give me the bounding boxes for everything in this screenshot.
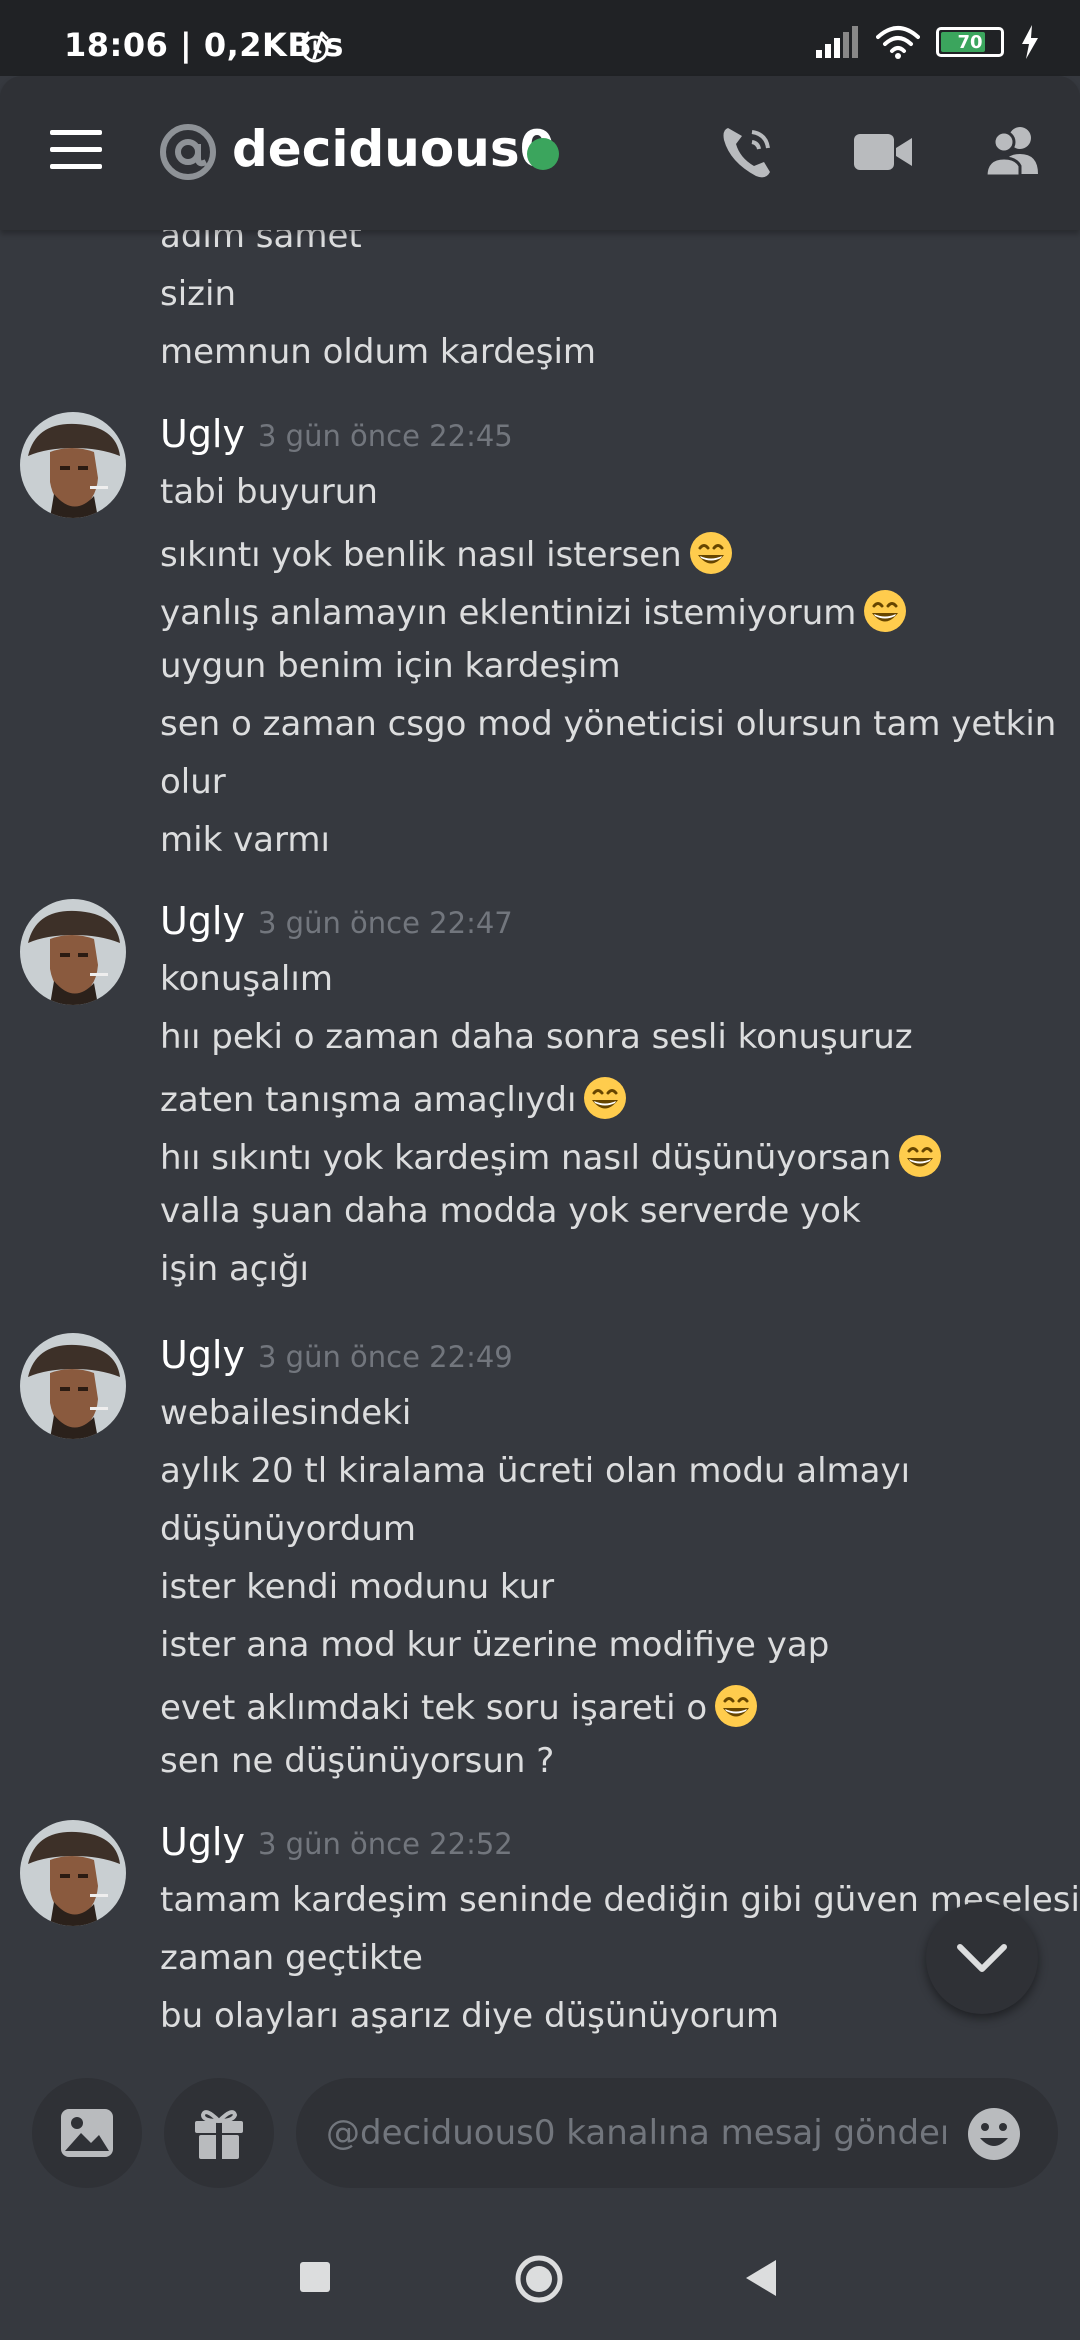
message-line: sizin xyxy=(160,274,237,314)
grinning-emoji-icon xyxy=(582,1075,628,1121)
message-line: düşünüyordum xyxy=(160,1509,416,1549)
message-text: valla şuan daha modda yok serverde yok xyxy=(160,1191,861,1231)
message-line: mik varmı xyxy=(160,820,330,860)
avatar[interactable] xyxy=(20,1820,126,1926)
recent-apps-icon[interactable] xyxy=(298,2260,332,2294)
channel-header: deciduous0 xyxy=(0,76,1080,230)
message-line: ister ana mod kur üzerine modifiye yap xyxy=(160,1625,829,1665)
message-timestamp: 3 gün önce 22:49 xyxy=(258,1340,513,1374)
message-input-container xyxy=(296,2078,1058,2188)
online-status xyxy=(527,138,559,170)
wifi-icon xyxy=(876,26,920,59)
message-text: olur xyxy=(160,762,226,802)
message-text: tamam kardeşim seninde dediğin gibi güve… xyxy=(160,1880,1080,1920)
message-author[interactable]: Ugly xyxy=(160,1820,245,1864)
signal-icon xyxy=(816,26,858,58)
message-line: sen ne düşünüyorsun ? xyxy=(160,1741,554,1781)
message-text: zaman geçtikte xyxy=(160,1938,423,1978)
message-line: sen o zaman csgo mod yöneticisi olursun … xyxy=(160,704,1056,744)
message-line: konuşalım xyxy=(160,959,333,999)
message-text: yanlış anlamayın eklentinizi istemiyorum xyxy=(160,593,857,633)
message-line: uygun benim için kardeşim xyxy=(160,646,621,686)
message-text: sıkıntı yok benlik nasıl istersen xyxy=(160,535,682,575)
message-input[interactable] xyxy=(326,2078,946,2188)
message-text: zaten tanışma amaçlıydı xyxy=(160,1080,577,1120)
message-text: evet aklımdaki tek soru işareti o xyxy=(160,1688,708,1728)
message-line: bu olayları aşarız diye düşünüyorum xyxy=(160,1996,779,2036)
message-text: bu olayları aşarız diye düşünüyorum xyxy=(160,1996,780,2036)
message-line: tamam kardeşim seninde dediğin gibi güve… xyxy=(160,1880,1080,1920)
upload-image-button[interactable] xyxy=(32,2078,142,2188)
battery-level: 70 xyxy=(957,31,983,53)
message-text: sen ne düşünüyorsun ? xyxy=(160,1741,555,1781)
avatar[interactable] xyxy=(20,899,126,1005)
message-line: işin açığı xyxy=(160,1249,309,1289)
message-line: sıkıntı yok benlik nasıl istersen xyxy=(160,530,734,576)
message-text: düşünüyordum xyxy=(160,1509,417,1549)
charging-icon xyxy=(1022,25,1038,59)
message-text: ister ana mod kur üzerine modifiye yap xyxy=(160,1625,830,1665)
emoji-icon[interactable] xyxy=(966,2106,1022,2162)
message-line: webailesindeki xyxy=(160,1393,411,1433)
message-line: hıı peki o zaman daha sonra sesli konuşu… xyxy=(160,1017,913,1057)
home-icon[interactable] xyxy=(514,2254,564,2304)
gift-button[interactable] xyxy=(164,2078,274,2188)
message-author[interactable]: Ugly xyxy=(160,899,245,943)
status-bar: 18:06 | 0,2KB/s 70 xyxy=(0,0,1080,76)
grinning-emoji-icon xyxy=(897,1133,943,1179)
message-line: hıı sıkıntı yok kardeşim nasıl düşünüyor… xyxy=(160,1133,943,1179)
gift-icon xyxy=(195,2110,243,2159)
message-list[interactable]: adım samet sizin memnun oldum kardeşim U… xyxy=(0,220,1080,2060)
message-text: ister kendi modunu kur xyxy=(160,1567,555,1607)
message-text: tabi buyurun xyxy=(160,472,378,512)
members-icon[interactable] xyxy=(982,122,1046,182)
message-line: olur xyxy=(160,762,226,802)
message-timestamp: 3 gün önce 22:47 xyxy=(258,906,513,940)
at-icon xyxy=(160,124,216,180)
message-timestamp: 3 gün önce 22:45 xyxy=(258,419,513,453)
message-line: memnun oldum kardeşim xyxy=(160,332,597,372)
grinning-emoji-icon xyxy=(862,588,908,634)
battery-icon: 70 xyxy=(936,27,1004,57)
avatar[interactable] xyxy=(20,412,126,518)
grinning-emoji-icon xyxy=(688,530,734,576)
back-icon[interactable] xyxy=(742,2258,780,2298)
menu-icon[interactable] xyxy=(50,130,102,170)
message-line: ister kendi modunu kur xyxy=(160,1567,554,1607)
message-text: hıı sıkıntı yok kardeşim nasıl düşünüyor… xyxy=(160,1138,892,1178)
message-text: mik varmı xyxy=(160,820,330,860)
message-text: webailesindeki xyxy=(160,1393,412,1433)
message-line: valla şuan daha modda yok serverde yok xyxy=(160,1191,861,1231)
message-composer xyxy=(0,2060,1080,2216)
message-text: hıı peki o zaman daha sonra sesli konuşu… xyxy=(160,1017,913,1057)
message-text: aylık 20 tl kiralama ücreti olan modu al… xyxy=(160,1451,911,1491)
message-text: uygun benim için kardeşim xyxy=(160,646,621,686)
message-line: evet aklımdaki tek soru işareti o xyxy=(160,1683,759,1729)
channel-name: deciduous0 xyxy=(232,120,555,178)
avatar[interactable] xyxy=(20,1333,126,1439)
chevron-down-icon xyxy=(957,1944,1007,1972)
message-line: yanlış anlamayın eklentinizi istemiyorum xyxy=(160,588,908,634)
message-line: zaman geçtikte xyxy=(160,1938,423,1978)
call-icon[interactable] xyxy=(718,122,778,182)
message-text: sen o zaman csgo mod yöneticisi olursun … xyxy=(160,704,1057,744)
message-text: işin açığı xyxy=(160,1249,309,1289)
system-navigation-bar xyxy=(0,2216,1080,2340)
scroll-to-bottom-button[interactable] xyxy=(926,1902,1038,2014)
alarm-icon xyxy=(301,31,329,63)
message-author[interactable]: Ugly xyxy=(160,412,245,456)
message-line: zaten tanışma amaçlıydı xyxy=(160,1075,628,1121)
message-line: tabi buyurun xyxy=(160,472,378,512)
message-text: konuşalım xyxy=(160,959,333,999)
message-timestamp: 3 gün önce 22:52 xyxy=(258,1827,513,1861)
video-icon[interactable] xyxy=(852,122,914,182)
message-line: aylık 20 tl kiralama ücreti olan modu al… xyxy=(160,1451,910,1491)
grinning-emoji-icon xyxy=(713,1683,759,1729)
message-author[interactable]: Ugly xyxy=(160,1333,245,1377)
image-icon xyxy=(61,2109,113,2157)
